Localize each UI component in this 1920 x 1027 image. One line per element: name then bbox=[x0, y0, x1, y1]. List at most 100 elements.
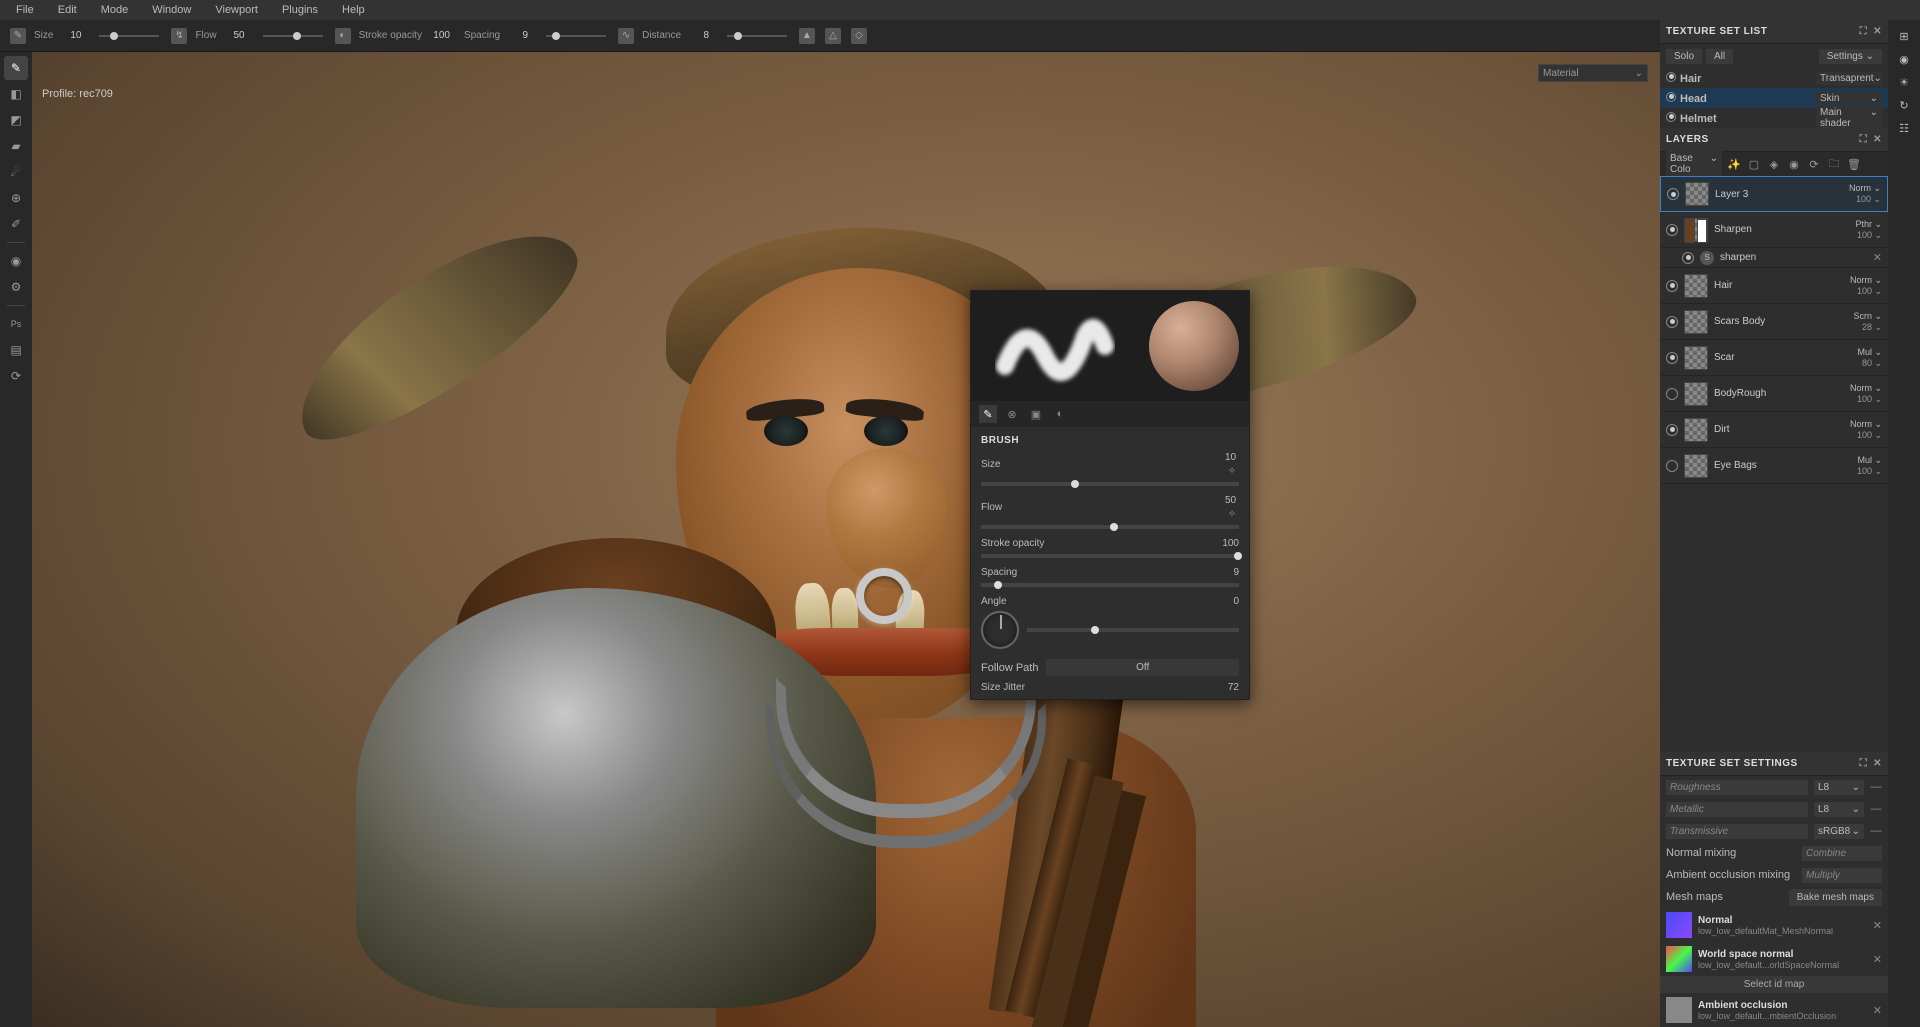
material-dropdown[interactable]: Material⌄ bbox=[1538, 64, 1648, 82]
add-fill-icon[interactable]: ◉ bbox=[1786, 156, 1802, 172]
lazy-icon[interactable]: ∿ bbox=[618, 28, 634, 44]
layer-opacity[interactable]: 100 ⌄ bbox=[1857, 286, 1882, 297]
shader-select[interactable]: Transaprent⌄ bbox=[1816, 72, 1882, 85]
visibility-toggle[interactable] bbox=[1666, 280, 1678, 292]
channel-name[interactable]: Transmissive bbox=[1666, 824, 1808, 839]
visibility-toggle[interactable] bbox=[1666, 388, 1678, 400]
layer-name[interactable]: Sharpen bbox=[1714, 224, 1855, 235]
brush-opacity-slider[interactable] bbox=[981, 554, 1239, 558]
layer-row[interactable]: SharpenPthr ⌄100 ⌄ bbox=[1660, 212, 1888, 248]
channel-format-select[interactable]: L8⌄ bbox=[1814, 802, 1864, 817]
settings-button[interactable]: Settings ⌄ bbox=[1819, 49, 1882, 64]
layer-row[interactable]: ScarMul ⌄80 ⌄ bbox=[1660, 340, 1888, 376]
visibility-radio[interactable] bbox=[1666, 72, 1676, 82]
history-icon[interactable]: ↻ bbox=[1899, 99, 1908, 112]
size-value[interactable]: 10 bbox=[57, 30, 81, 41]
visibility-toggle[interactable] bbox=[1682, 252, 1694, 264]
channel-name[interactable]: Metallic bbox=[1666, 802, 1808, 817]
symmetry-y-icon[interactable]: △ bbox=[825, 28, 841, 44]
blend-mode[interactable]: Scrn ⌄ bbox=[1853, 311, 1882, 322]
preview-icon[interactable]: ◉ bbox=[1899, 53, 1909, 66]
distance-value[interactable]: 8 bbox=[685, 30, 709, 41]
texture-set-item[interactable]: HairTransaprent⌄ bbox=[1660, 68, 1888, 88]
ao-mixing-select[interactable]: Multiply bbox=[1802, 868, 1882, 883]
menu-file[interactable]: File bbox=[4, 1, 46, 19]
smudge-tool[interactable]: ☄ bbox=[4, 160, 28, 184]
texture-set-item[interactable]: HeadSkin⌄ bbox=[1660, 88, 1888, 108]
projection-tool[interactable]: ◩ bbox=[4, 108, 28, 132]
visibility-toggle[interactable] bbox=[1666, 460, 1678, 472]
layer-name[interactable]: Scar bbox=[1714, 352, 1857, 363]
solo-button[interactable]: Solo bbox=[1666, 49, 1702, 64]
blend-mode[interactable]: Mul ⌄ bbox=[1857, 347, 1882, 358]
settings-tool[interactable]: ⚙ bbox=[4, 275, 28, 299]
remove-channel-icon[interactable]: — bbox=[1870, 781, 1882, 793]
angle-dial[interactable] bbox=[981, 611, 1019, 649]
shader-select[interactable]: Main shader⌄ bbox=[1816, 106, 1882, 130]
brush-angle-value[interactable]: 0 bbox=[1233, 596, 1239, 607]
remove-channel-icon[interactable]: — bbox=[1870, 825, 1882, 837]
blend-mode[interactable]: Norm ⌄ bbox=[1849, 183, 1881, 194]
brush-spacing-slider[interactable] bbox=[981, 583, 1239, 587]
remove-map-icon[interactable]: ✕ bbox=[1873, 953, 1882, 966]
layer-name[interactable]: Layer 3 bbox=[1715, 189, 1849, 200]
mesh-map-item[interactable]: Normallow_low_defaultMat_MeshNormal✕ bbox=[1660, 908, 1888, 942]
close-icon[interactable]: ✕ bbox=[1873, 758, 1882, 769]
stroke-opacity-value[interactable]: 100 bbox=[426, 30, 450, 41]
layer-name[interactable]: BodyRough bbox=[1714, 388, 1850, 399]
brush-flow-slider[interactable] bbox=[981, 525, 1239, 529]
brush-tab-brush-icon[interactable]: ✎ bbox=[979, 405, 997, 423]
remove-map-icon[interactable]: ✕ bbox=[1873, 1004, 1882, 1017]
flow-slider[interactable] bbox=[263, 35, 323, 37]
layer-opacity[interactable]: 80 ⌄ bbox=[1862, 358, 1882, 369]
close-icon[interactable]: ✕ bbox=[1873, 26, 1882, 37]
layer-row[interactable]: DirtNorm ⌄100 ⌄ bbox=[1660, 412, 1888, 448]
remove-map-icon[interactable]: ✕ bbox=[1873, 919, 1882, 932]
opacity-icon[interactable]: ◐ bbox=[335, 28, 351, 44]
layer-row[interactable]: Eye BagsMul ⌄100 ⌄ bbox=[1660, 448, 1888, 484]
shader-select[interactable]: Skin⌄ bbox=[1816, 92, 1882, 105]
remove-icon[interactable]: ✕ bbox=[1873, 251, 1882, 264]
brush-spacing-value[interactable]: 9 bbox=[1233, 567, 1239, 578]
visibility-toggle[interactable] bbox=[1666, 224, 1678, 236]
fx-icon[interactable]: ✨ bbox=[1726, 156, 1742, 172]
maximize-icon[interactable]: ⛶ bbox=[1860, 758, 1868, 769]
blend-mode[interactable]: Mul ⌄ bbox=[1857, 455, 1882, 466]
delete-icon[interactable]: 🗑 bbox=[1846, 156, 1862, 172]
grid-view-icon[interactable]: ⊞ bbox=[1899, 30, 1908, 43]
picker-tool[interactable]: ✐ bbox=[4, 212, 28, 236]
select-id-map-button[interactable]: Select id map bbox=[1660, 976, 1888, 993]
brush-tab-alpha-icon[interactable]: ⊗ bbox=[1003, 405, 1021, 423]
distance-slider[interactable] bbox=[727, 35, 787, 37]
menu-viewport[interactable]: Viewport bbox=[203, 1, 270, 19]
channel-format-select[interactable]: sRGB8⌄ bbox=[1814, 824, 1864, 839]
visibility-toggle[interactable] bbox=[1666, 424, 1678, 436]
eraser-tool[interactable]: ◧ bbox=[4, 82, 28, 106]
lighting-icon[interactable]: ☀ bbox=[1899, 76, 1909, 89]
add-layer-icon[interactable]: ▢ bbox=[1746, 156, 1762, 172]
brush-preset-icon[interactable]: ✎ bbox=[10, 28, 26, 44]
brush-tab-material-icon[interactable]: ◐ bbox=[1051, 405, 1069, 423]
visibility-radio[interactable] bbox=[1666, 112, 1676, 122]
layer-name[interactable]: Dirt bbox=[1714, 424, 1850, 435]
visibility-toggle[interactable] bbox=[1667, 188, 1679, 200]
maximize-icon[interactable]: ⛶ bbox=[1860, 134, 1868, 145]
layer-opacity[interactable]: 100 ⌄ bbox=[1856, 194, 1881, 205]
visibility-toggle[interactable] bbox=[1666, 352, 1678, 364]
brush-angle-slider[interactable] bbox=[1027, 628, 1239, 632]
blend-mode[interactable]: Norm ⌄ bbox=[1850, 275, 1882, 286]
resource-icon[interactable]: ⟳ bbox=[4, 364, 28, 388]
spacing-value[interactable]: 9 bbox=[504, 30, 528, 41]
layer-opacity[interactable]: 100 ⌄ bbox=[1857, 230, 1882, 241]
clone-tool[interactable]: ⊕ bbox=[4, 186, 28, 210]
symmetry-x-icon[interactable]: ▲ bbox=[799, 28, 815, 44]
menu-edit[interactable]: Edit bbox=[46, 1, 89, 19]
menu-window[interactable]: Window bbox=[140, 1, 203, 19]
size-slider[interactable] bbox=[99, 35, 159, 37]
pin-icon[interactable]: ⟡ bbox=[1225, 506, 1239, 520]
mesh-map-item[interactable]: World space normallow_low_default...orld… bbox=[1660, 942, 1888, 976]
brush-tab-stencil-icon[interactable]: ▣ bbox=[1027, 405, 1045, 423]
blend-mode[interactable]: Norm ⌄ bbox=[1850, 383, 1882, 394]
quick-mask-tool[interactable]: ◉ bbox=[4, 249, 28, 273]
symmetry-z-icon[interactable]: ◇ bbox=[851, 28, 867, 44]
